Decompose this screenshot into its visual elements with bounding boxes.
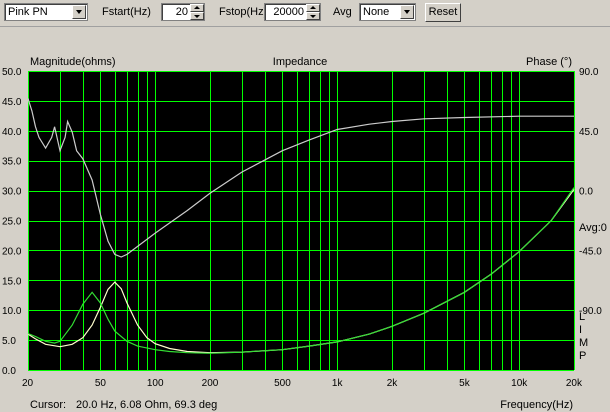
y-tick-label: 20.0 (2, 246, 22, 257)
avg-indicator: Avg:0 (579, 222, 607, 234)
avg-select[interactable]: None (359, 3, 416, 21)
y-tick-label: 0.0 (2, 366, 16, 377)
y-tick-label: 40.0 (2, 127, 22, 138)
x-tick-label: 20 (22, 378, 34, 389)
x-tick-label: 50 (95, 378, 107, 389)
phase-tick-label: -45.0 (579, 246, 602, 257)
spin-down-icon[interactable] (306, 12, 320, 20)
y-tick-label: 30.0 (2, 187, 22, 198)
signal-select-value: Pink PN (8, 6, 48, 18)
x-tick-label: 20k (566, 378, 583, 389)
x-tick-label: 2k (387, 378, 399, 389)
x-tick-label: 10k (511, 378, 528, 389)
spin-up-icon[interactable] (190, 4, 204, 12)
toolbar: Pink PN Fstart(Hz) 20 Fstop(Hz) 20000 Av… (0, 0, 610, 27)
x-axis-label: Frequency(Hz) (500, 399, 573, 411)
fstop-stepper[interactable]: 20000 (264, 3, 321, 21)
fstart-value[interactable]: 20 (176, 6, 188, 18)
fstart-stepper[interactable]: 20 (161, 3, 205, 21)
chevron-down-icon[interactable] (72, 5, 86, 19)
y-tick-label: 5.0 (2, 336, 16, 347)
y-tick-label: 25.0 (2, 217, 22, 228)
y-tick-label: 10.0 (2, 306, 22, 317)
y-tick-label: 50.0 (2, 67, 22, 78)
impedance-plot[interactable]: Magnitude(ohms) Impedance Phase (°) Curs… (0, 48, 610, 412)
phase-tick-label: 90.0 (579, 67, 599, 78)
x-tick-label: 5k (459, 378, 471, 389)
magnitude-axis-label: Magnitude(ohms) (30, 56, 116, 68)
fstop-label: Fstop(Hz) (219, 6, 268, 18)
y-tick-label: 45.0 (2, 97, 22, 108)
signal-select[interactable]: Pink PN (4, 3, 88, 21)
fstop-value[interactable]: 20000 (273, 6, 304, 18)
side-letter-i: I (579, 324, 582, 336)
fstart-label: Fstart(Hz) (102, 6, 151, 18)
y-tick-label: 15.0 (2, 276, 22, 287)
spin-up-icon[interactable] (306, 4, 320, 12)
cursor-readout: 20.0 Hz, 6.08 Ohm, 69.3 deg (76, 399, 217, 411)
avg-select-value: None (363, 6, 390, 18)
spin-down-icon[interactable] (190, 12, 204, 20)
phase-tick-label: 45.0 (579, 127, 599, 138)
cursor-label: Cursor: (30, 399, 66, 411)
side-letter-m: M (579, 337, 588, 349)
y-tick-label: 35.0 (2, 157, 22, 168)
x-tick-label: 200 (202, 378, 219, 389)
chart-title: Impedance (273, 56, 327, 68)
reset-button[interactable]: Reset (425, 3, 461, 22)
side-letter-p: P (579, 350, 586, 362)
phase-tick-label: -90.0 (579, 306, 602, 317)
x-tick-label: 500 (274, 378, 291, 389)
impedance-chart[interactable]: Magnitude(ohms) Impedance Phase (°) Curs… (0, 48, 610, 412)
chevron-down-icon[interactable] (400, 5, 414, 19)
x-tick-label: 100 (147, 378, 164, 389)
plot-area[interactable] (28, 71, 574, 370)
phase-axis-label: Phase (°) (526, 56, 572, 68)
phase-tick-label: 0.0 (579, 187, 593, 198)
avg-label: Avg (333, 6, 352, 18)
x-tick-label: 1k (332, 378, 344, 389)
